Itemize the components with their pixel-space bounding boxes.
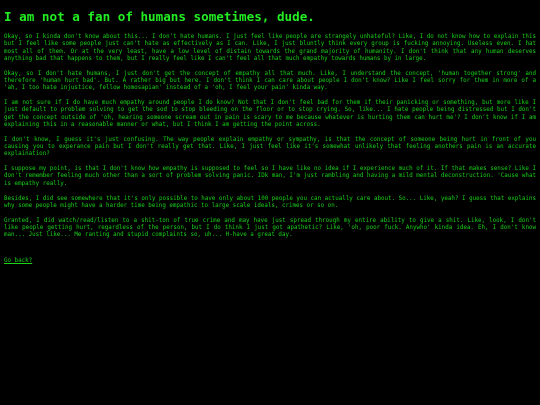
post-body: Okay, so I kinda don't know about this..…: [4, 34, 536, 240]
go-back-link[interactable]: Go back?: [4, 258, 32, 265]
paragraph: Besides, I did see somewhere that it's o…: [4, 195, 536, 209]
page-title: I am not a fan of humans sometimes, dude…: [4, 9, 315, 24]
page: I am not a fan of humans sometimes, dude…: [0, 0, 540, 266]
paragraph: I suppose my point, is that I don't know…: [4, 166, 536, 187]
paragraph: Okay, so I kinda don't know about this..…: [4, 34, 536, 62]
paragraph: Granted, I did watch/read/listen to a sh…: [4, 217, 536, 239]
paragraph: I don't know, I guess it's just confusin…: [4, 136, 536, 158]
paragraph: Okay, so I don't hate humans, I just don…: [4, 70, 536, 92]
paragraph: I am not sure if I do have much empathy …: [4, 100, 536, 128]
